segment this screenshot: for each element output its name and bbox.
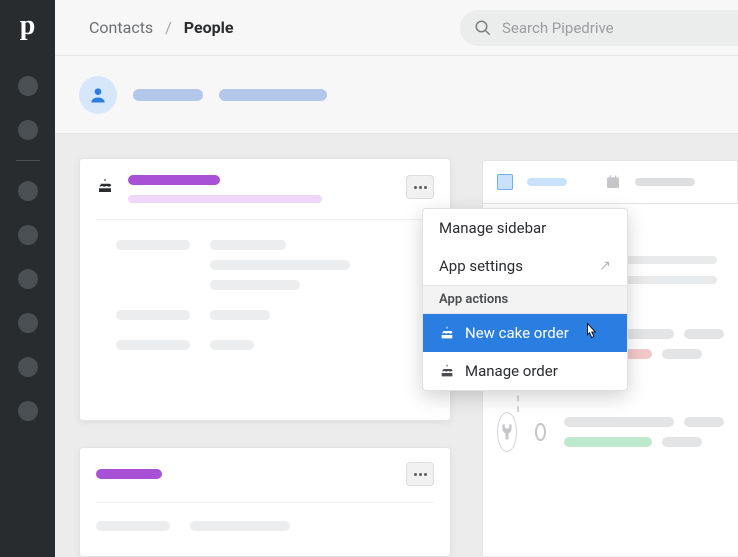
nav-item[interactable]: [18, 313, 38, 333]
menu-item-app-settings[interactable]: App settings ↗: [423, 247, 627, 285]
tab-label-placeholder: [635, 178, 695, 186]
person-header: [55, 56, 738, 134]
skeleton-line: [662, 437, 702, 447]
cake-icon: [439, 325, 455, 341]
tab-label-placeholder: [527, 178, 567, 186]
context-menu: Manage sidebar App settings ↗ App action…: [422, 208, 628, 391]
menu-section-header: App actions: [423, 285, 627, 314]
nav-item[interactable]: [18, 76, 38, 96]
card-subtitle-placeholder: [128, 195, 322, 203]
topbar: Contacts / People Search Pipedrive: [55, 0, 738, 56]
skeleton-line: [684, 417, 724, 427]
search-input[interactable]: Search Pipedrive: [460, 10, 738, 46]
person-icon: [88, 85, 108, 105]
sidebar-card: [79, 447, 451, 557]
nav-item[interactable]: [18, 401, 38, 421]
field-label-placeholder: [116, 340, 190, 350]
card-title-placeholder: [96, 469, 162, 479]
nav-item[interactable]: [18, 357, 38, 377]
menu-item-manage-order[interactable]: Manage order: [423, 352, 627, 390]
nav-item[interactable]: [18, 181, 38, 201]
field-label-placeholder: [96, 521, 170, 531]
skeleton-line: [662, 349, 702, 359]
more-button[interactable]: [406, 462, 434, 486]
menu-item-label: App settings: [439, 257, 523, 275]
menu-item-manage-sidebar[interactable]: Manage sidebar: [423, 209, 627, 247]
tab-activity[interactable]: [605, 174, 621, 190]
sidebar: p: [0, 0, 55, 557]
person-name-placeholder: [133, 89, 203, 101]
search-placeholder: Search Pipedrive: [502, 19, 614, 37]
status-bar-done: [564, 437, 652, 447]
sidebar-card: [79, 158, 451, 421]
card-title-placeholder: [128, 175, 220, 185]
timeline-node[interactable]: [497, 412, 517, 452]
field-value-placeholder: [210, 340, 254, 350]
nav-item[interactable]: [18, 225, 38, 245]
breadcrumb-sep: /: [165, 18, 172, 37]
external-link-icon: ↗: [599, 258, 611, 274]
field-value-placeholder: [210, 240, 286, 250]
nav-item[interactable]: [18, 120, 38, 140]
tab-notes[interactable]: [497, 174, 513, 190]
field-label-placeholder: [116, 240, 190, 250]
avatar[interactable]: [79, 76, 117, 114]
cake-icon: [439, 363, 455, 379]
field-value-placeholder: [210, 260, 350, 270]
skeleton-line: [684, 329, 724, 339]
breadcrumb-current: People: [184, 18, 234, 37]
logo: p: [20, 12, 36, 40]
breadcrumb: Contacts / People: [89, 18, 234, 37]
field-value-placeholder: [210, 310, 270, 320]
more-button[interactable]: [406, 175, 434, 199]
cake-icon: [96, 177, 114, 195]
menu-item-new-cake-order[interactable]: New cake order: [423, 314, 627, 352]
nav-divider: [16, 160, 40, 161]
field-label-placeholder: [116, 310, 190, 320]
skeleton-line: [564, 417, 674, 427]
activity-tabs: [482, 160, 738, 204]
menu-item-label: Manage sidebar: [439, 219, 546, 237]
breadcrumb-parent[interactable]: Contacts: [89, 18, 153, 37]
timeline-status-dot[interactable]: [535, 423, 546, 441]
nav-item[interactable]: [18, 269, 38, 289]
field-value-placeholder: [190, 521, 290, 531]
field-value-placeholder: [210, 280, 300, 290]
search-icon: [474, 19, 492, 37]
menu-item-label: Manage order: [465, 362, 558, 380]
person-subtitle-placeholder: [219, 89, 327, 101]
menu-item-label: New cake order: [465, 324, 569, 342]
